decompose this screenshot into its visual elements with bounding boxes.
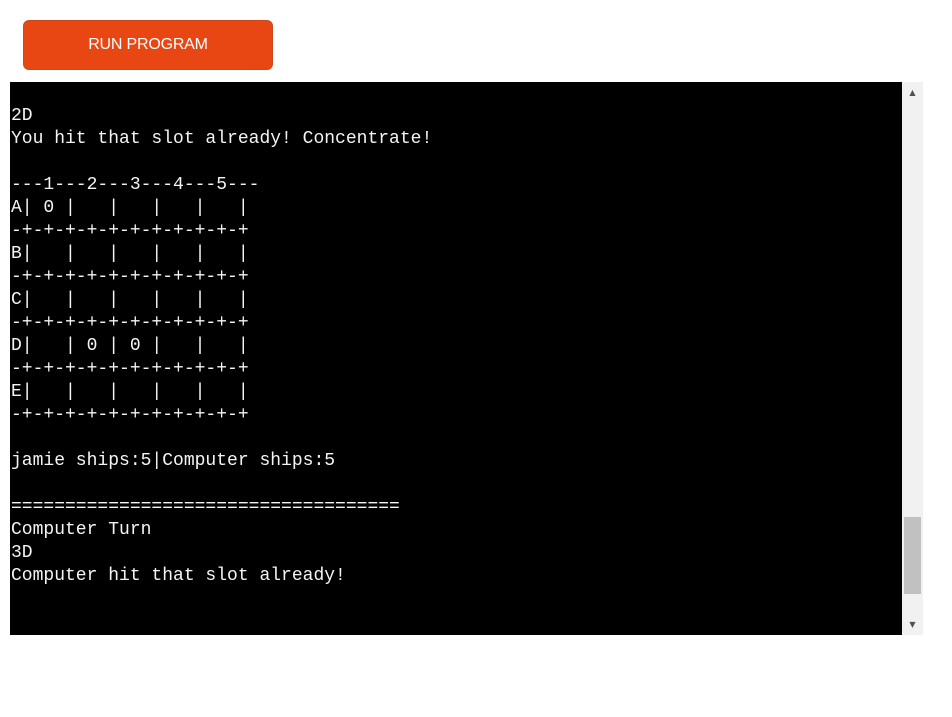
scroll-down-icon[interactable]: ▼	[902, 614, 923, 635]
terminal-output[interactable]: 2D You hit that slot already! Concentrat…	[10, 82, 902, 635]
terminal-line: -+-+-+-+-+-+-+-+-+-+-+	[11, 221, 249, 241]
scroll-up-icon[interactable]: ▲	[902, 82, 923, 103]
run-program-button[interactable]: RUN PROGRAM	[23, 20, 273, 70]
terminal-line: ====================================	[11, 497, 400, 517]
scroll-thumb[interactable]	[904, 517, 921, 594]
terminal-line: A| 0 | | | | |	[11, 198, 249, 218]
terminal-line: E| | | | | |	[11, 382, 249, 402]
terminal-scrollbar[interactable]: ▲ ▼	[902, 82, 923, 635]
terminal-line: -+-+-+-+-+-+-+-+-+-+-+	[11, 359, 249, 379]
terminal-line: D| | 0 | 0 | | |	[11, 336, 249, 356]
terminal-line: jamie ships:5|Computer ships:5	[11, 451, 336, 471]
terminal-line: You hit that slot already! Concentrate!	[11, 129, 433, 149]
terminal-line: ---1---2---3---4---5---	[11, 175, 260, 195]
terminal-text: 2D You hit that slot already! Concentrat…	[11, 105, 432, 588]
terminal-line: C| | | | | |	[11, 290, 249, 310]
terminal-line: Computer Turn	[11, 520, 152, 540]
terminal-line: -+-+-+-+-+-+-+-+-+-+-+	[11, 267, 249, 287]
terminal-line: B| | | | | |	[11, 244, 249, 264]
terminal-line: 2D	[11, 106, 33, 126]
terminal-line: 3D	[11, 543, 33, 563]
terminal-line: Computer hit that slot already!	[11, 566, 346, 586]
terminal-line: -+-+-+-+-+-+-+-+-+-+-+	[11, 313, 249, 333]
terminal-line: -+-+-+-+-+-+-+-+-+-+-+	[11, 405, 249, 425]
